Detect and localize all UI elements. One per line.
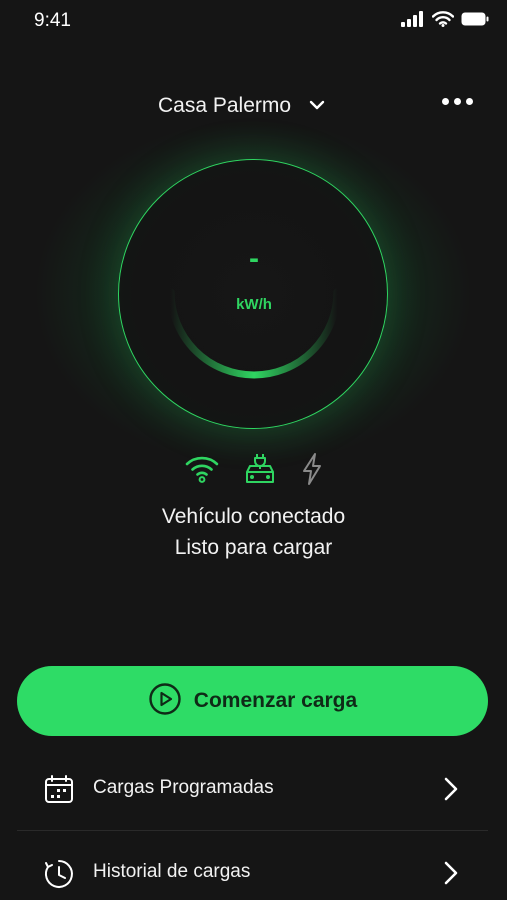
- start-charge-button[interactable]: Comenzar carga: [17, 666, 488, 736]
- menu-item-label: Cargas Programadas: [93, 777, 274, 798]
- status-line-connected: Vehículo conectado: [161, 505, 346, 528]
- connection-status-icons: [0, 452, 507, 491]
- car-plug-icon: [242, 452, 278, 491]
- wifi-icon: [184, 452, 220, 491]
- gauge-arc: [167, 288, 341, 379]
- charge-gauge: - kW/h: [118, 159, 388, 429]
- location-selector[interactable]: Casa Palermo: [158, 94, 325, 118]
- gauge-unit: kW/h: [236, 296, 272, 313]
- menu-item-label: Historial de cargas: [93, 861, 251, 882]
- menu-item-scheduled-charges[interactable]: Cargas Programadas: [17, 755, 488, 825]
- more-options-button[interactable]: [442, 98, 473, 105]
- menu-divider: [17, 830, 488, 831]
- history-clock-icon: [43, 858, 75, 895]
- gauge-value: -: [249, 242, 259, 275]
- play-icon: [148, 682, 182, 721]
- dot: [442, 98, 449, 105]
- status-time: 9:41: [34, 10, 71, 31]
- wifi-status-icon: [431, 11, 455, 32]
- status-icons: [401, 11, 489, 32]
- signal-icon: [401, 11, 425, 32]
- dot: [454, 98, 461, 105]
- lightning-icon: [300, 452, 324, 491]
- menu-item-charge-history[interactable]: Historial de cargas: [17, 839, 488, 900]
- chevron-right-icon: [444, 777, 458, 806]
- dot: [466, 98, 473, 105]
- chevron-down-icon: [309, 97, 325, 115]
- status-bar: 9:41: [0, 0, 507, 44]
- battery-icon: [461, 12, 489, 31]
- calendar-icon: [43, 774, 75, 811]
- start-charge-label: Comenzar carga: [193, 689, 358, 712]
- location-name: Casa Palermo: [158, 94, 292, 117]
- status-line-ready: Listo para cargar: [174, 536, 333, 559]
- chevron-right-icon: [444, 861, 458, 890]
